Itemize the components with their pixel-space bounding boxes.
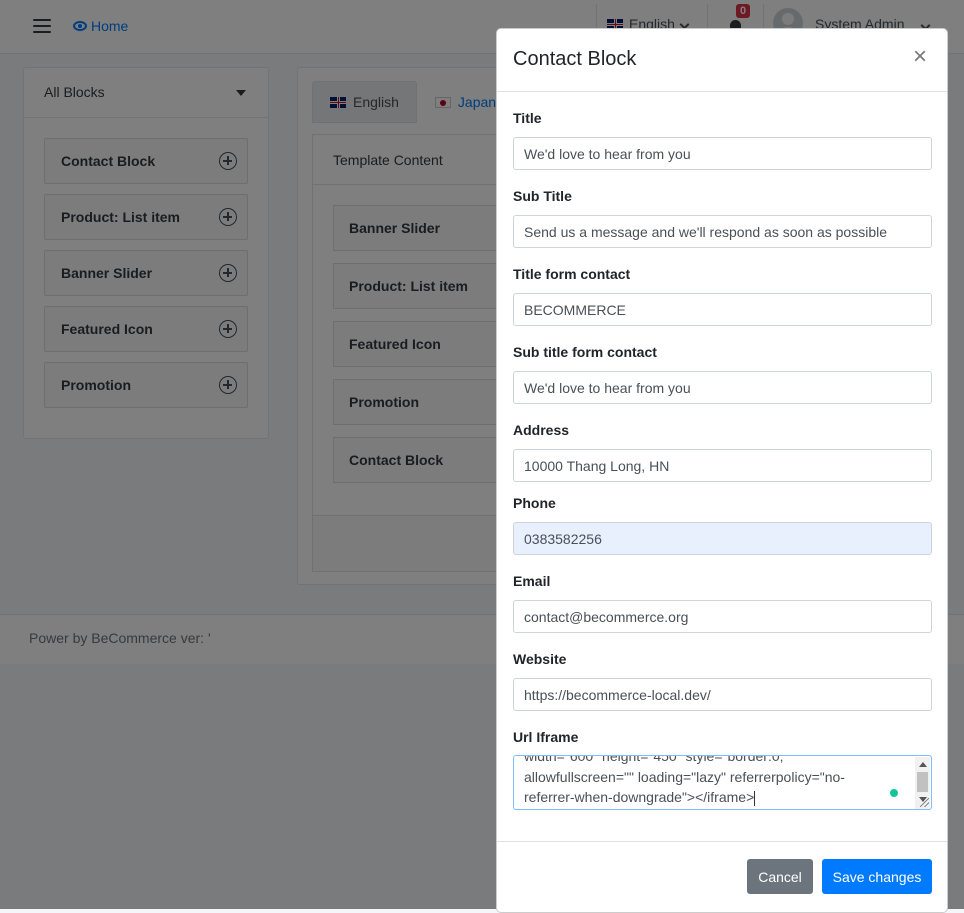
contact-block-modal: Contact Block × Title Sub Title Title fo… (496, 28, 948, 913)
modal-header: Contact Block × (497, 29, 947, 92)
resize-handle-icon[interactable] (920, 798, 929, 807)
scroll-up-arrow-icon[interactable] (919, 762, 927, 767)
textarea-line: referrer-when-downgrade"></iframe> (524, 789, 755, 805)
url-iframe-textarea[interactable]: width="600" height="450" style="border:0… (513, 755, 932, 810)
sub-title-form-contact-field-group: Sub title form contact (513, 344, 932, 404)
title-field-group: Title (513, 110, 932, 170)
modal-footer: Cancel Save changes (497, 841, 947, 912)
url-iframe-field-group: Url Iframe width="600" height="450" styl… (513, 729, 932, 810)
sub-title-input[interactable] (513, 215, 932, 248)
sub-title-form-contact-input[interactable] (513, 371, 932, 404)
cancel-button[interactable]: Cancel (747, 859, 813, 894)
phone-input[interactable] (513, 522, 932, 555)
textarea-content: width="600" height="450" style="border:0… (524, 755, 904, 808)
title-input[interactable] (513, 137, 932, 170)
sub-title-form-contact-label: Sub title form contact (513, 344, 657, 360)
sub-title-field-group: Sub Title (513, 188, 932, 248)
website-label: Website (513, 651, 567, 667)
grammar-checker-icon[interactable] (890, 789, 898, 797)
address-label: Address (513, 422, 570, 438)
close-icon[interactable]: × (909, 45, 931, 69)
title-form-contact-field-group: Title form contact (513, 266, 932, 326)
url-iframe-label: Url Iframe (513, 729, 579, 745)
scrollbar-thumb[interactable] (917, 772, 928, 792)
website-input[interactable] (513, 678, 932, 711)
modal-title: Contact Block (513, 48, 637, 70)
title-form-contact-label: Title form contact (513, 266, 631, 282)
title-form-contact-input[interactable] (513, 293, 932, 326)
title-label: Title (513, 110, 542, 126)
address-input[interactable] (513, 449, 932, 482)
textarea-line: allowfullscreen="" loading="lazy" referr… (524, 768, 845, 785)
save-changes-button[interactable]: Save changes (822, 859, 932, 894)
email-input[interactable] (513, 600, 932, 633)
phone-field-group: Phone (513, 495, 932, 555)
email-field-group: Email (513, 573, 932, 633)
website-field-group: Website (513, 651, 932, 711)
text-cursor (754, 790, 756, 806)
textarea-line: width="600" height="450" style="border:0… (524, 755, 789, 764)
sub-title-label: Sub Title (513, 188, 572, 204)
address-field-group: Address (513, 422, 932, 482)
email-label: Email (513, 573, 551, 589)
phone-label: Phone (513, 495, 556, 511)
